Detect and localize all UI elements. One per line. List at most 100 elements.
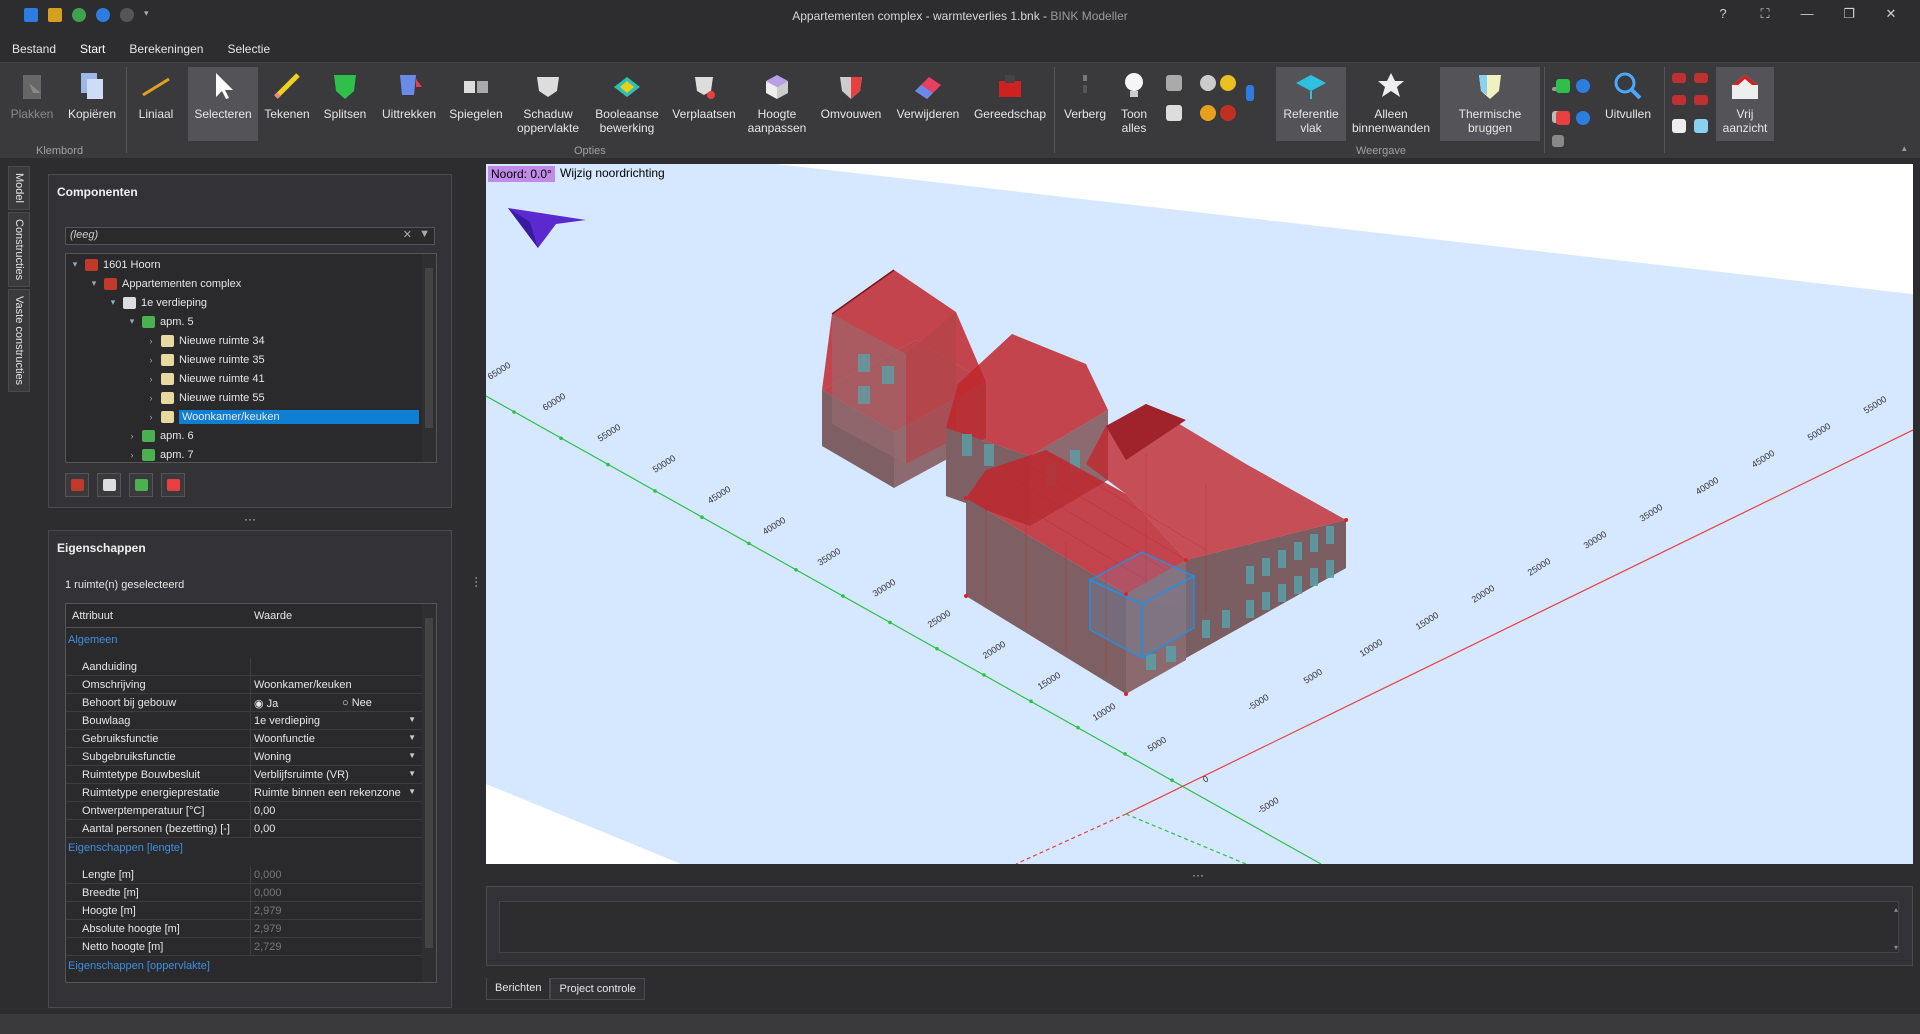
spiegelen-button[interactable]: Spiegelen (446, 67, 506, 141)
property-row[interactable]: Absolute hoogte [m] 2,979 (66, 920, 422, 938)
property-value[interactable]: Woonfunctie (254, 733, 315, 745)
tree-node[interactable]: ▾ 1e verdieping (108, 294, 207, 311)
clear-icon[interactable]: ✕ (403, 228, 412, 241)
property-row[interactable]: Ontwerptemperatuur [°C] 0,00 (66, 802, 422, 820)
expand-arrow-icon[interactable]: ▾ (127, 316, 137, 327)
tab-bestand[interactable]: Bestand (0, 38, 68, 64)
tab-start[interactable]: Start (68, 38, 118, 64)
components-search-input[interactable]: (leeg) ✕ ▼ (65, 227, 435, 245)
vertical-splitter[interactable]: ··· (470, 576, 484, 588)
help-icon[interactable]: ? (1702, 6, 1744, 22)
filter-icon[interactable]: ▼ (419, 228, 430, 240)
viewport-splitter[interactable]: ··· (1192, 868, 1204, 882)
hoogte-aanpassen-button[interactable]: Hoogte aanpassen (744, 67, 810, 141)
side-tab-constructies[interactable]: Constructies (8, 211, 30, 288)
property-row[interactable]: Hoogte [m] 2,979 (66, 902, 422, 920)
sphere-orange-icon[interactable] (1200, 105, 1216, 121)
tree-scrollbar[interactable] (422, 254, 436, 462)
zoom-out-icon[interactable] (1576, 111, 1590, 125)
expand-arrow-icon[interactable]: ▾ (108, 297, 118, 308)
property-row[interactable]: Aantal personen (bezetting) [-] 0,00 (66, 820, 422, 838)
view-back-icon[interactable] (1694, 95, 1708, 105)
side-tab-vaste-constructies[interactable]: Vaste constructies (8, 289, 30, 393)
tree-node[interactable]: › Nieuwe ruimte 55 (146, 389, 265, 406)
expand-arrow-icon[interactable]: › (146, 412, 156, 422)
dropdown-arrow-icon[interactable]: ▼ (408, 769, 416, 778)
property-value[interactable]: Woning (254, 751, 291, 763)
property-row[interactable]: Subgebruiksfunctie Woning ▼ (66, 748, 422, 766)
property-value[interactable]: 0,000 (254, 869, 282, 881)
expand-arrow-icon[interactable]: ▾ (89, 278, 99, 289)
add-floor-button[interactable] (97, 473, 121, 497)
tree-node[interactable]: › Nieuwe ruimte 35 (146, 351, 265, 368)
add-apartment-button[interactable] (129, 473, 153, 497)
radio-nee[interactable]: ○ Nee (342, 697, 372, 709)
referentie-vlak-button[interactable]: Referentie vlak (1276, 67, 1346, 141)
tab-berekeningen[interactable]: Berekeningen (117, 38, 215, 64)
close-button[interactable]: ✕ (1870, 6, 1912, 22)
dropdown-arrow-icon[interactable]: ▼ (408, 733, 416, 742)
3d-scene[interactable]: 6500060000550005000045000400003500030000… (486, 164, 1913, 864)
property-row[interactable]: Netto hoogte [m] 2,729 (66, 938, 422, 956)
liniaal-button[interactable]: Liniaal (132, 67, 180, 141)
zoom-in-icon[interactable] (1576, 79, 1590, 93)
plakken-button[interactable]: Plakken (6, 67, 58, 141)
axis-red-icon[interactable] (1556, 111, 1570, 125)
expand-arrow-icon[interactable]: › (127, 450, 137, 460)
property-row[interactable]: Gebruiksfunctie Woonfunctie ▼ (66, 730, 422, 748)
property-value[interactable]: Woonkamer/keuken (254, 679, 352, 691)
tree-node[interactable]: ▾ Appartementen complex (89, 275, 241, 292)
property-value[interactable]: Ruimte binnen een rekenzone (254, 787, 401, 799)
add-building-button[interactable] (65, 473, 89, 497)
axis-green-icon[interactable] (1556, 79, 1570, 93)
property-value[interactable]: Verblijfsruimte (VR) (254, 769, 349, 781)
change-north-link[interactable]: Wijzig noordrichting (560, 166, 665, 180)
alleen-binnenwanden-button[interactable]: Alleen binnenwanden (1350, 67, 1432, 141)
property-value[interactable]: 2,729 (254, 941, 282, 953)
dropdown-arrow-icon[interactable]: ▼ (408, 787, 416, 796)
delete-component-button[interactable] (161, 473, 185, 497)
tree-node[interactable]: › apm. 7 (127, 446, 194, 462)
view-front-icon[interactable] (1694, 73, 1708, 83)
property-row[interactable]: Breedte [m] 0,000 (66, 884, 422, 902)
tab-berichten[interactable]: Berichten (486, 978, 551, 1000)
3d-viewport[interactable]: 65000 60000 55000 50000 45000 40000 35000 30000… (486, 164, 1913, 864)
vrij-aanzicht-button[interactable]: Vrij aanzicht (1716, 67, 1774, 141)
property-row[interactable]: Bouwlaag 1e verdieping ▼ (66, 712, 422, 730)
property-value[interactable]: 2,979 (254, 923, 282, 935)
verplaatsen-button[interactable]: Verplaatsen (670, 67, 738, 141)
property-group[interactable]: Eigenschappen [oppervlakte] (68, 960, 210, 972)
tree-node[interactable]: › apm. 6 (127, 427, 194, 444)
uittrekken-button[interactable]: Uittrekken (378, 67, 440, 141)
gereedschap-button[interactable]: Gereedschap (970, 67, 1050, 141)
view-house-blue-icon[interactable] (1694, 119, 1708, 133)
tree-node[interactable]: › Nieuwe ruimte 34 (146, 332, 265, 349)
expand-arrow-icon[interactable]: ▾ (70, 259, 80, 270)
property-value[interactable]: 1e verdieping (254, 715, 320, 727)
kopieren-button[interactable]: Kopiëren (64, 67, 120, 141)
color-bar-icon[interactable] (1246, 85, 1254, 101)
thermische-bruggen-button[interactable]: Thermische bruggen (1440, 67, 1540, 141)
expand-arrow-icon[interactable]: › (146, 336, 156, 346)
selecteren-button[interactable]: Selecteren (188, 67, 258, 141)
dropdown-arrow-icon[interactable]: ▼ (408, 751, 416, 760)
verwijderen-button[interactable]: Verwijderen (892, 67, 964, 141)
restore-button[interactable]: ❐ (1828, 6, 1870, 22)
uitvullen-button[interactable]: Uitvullen (1600, 67, 1656, 141)
tree-node[interactable]: › Nieuwe ruimte 41 (146, 370, 265, 387)
north-badge[interactable]: Noord: 0.0° (488, 166, 555, 182)
tree-node[interactable]: › Woonkamer/keuken (146, 408, 419, 425)
expand-arrow-icon[interactable]: › (146, 374, 156, 384)
tree-node[interactable]: ▾ apm. 5 (127, 313, 194, 330)
radio-ja[interactable]: ◉ Ja (254, 697, 278, 710)
property-value[interactable]: 2,979 (254, 905, 282, 917)
property-row[interactable]: Ruimtetype energieprestatie Ruimte binnen… (66, 784, 422, 802)
properties-scrollbar[interactable] (422, 604, 436, 982)
side-tab-model[interactable]: Model (8, 166, 30, 210)
property-row[interactable]: Ruimtetype Bouwbesluit Verblijfsruimte (V… (66, 766, 422, 784)
tab-project-controle[interactable]: Project controle (550, 978, 645, 1000)
property-group[interactable]: Algemeen (68, 634, 118, 646)
sphere-red-icon[interactable] (1220, 105, 1236, 121)
sphere-gray-icon[interactable] (1200, 75, 1216, 91)
property-group[interactable]: Eigenschappen [lengte] (68, 842, 183, 854)
